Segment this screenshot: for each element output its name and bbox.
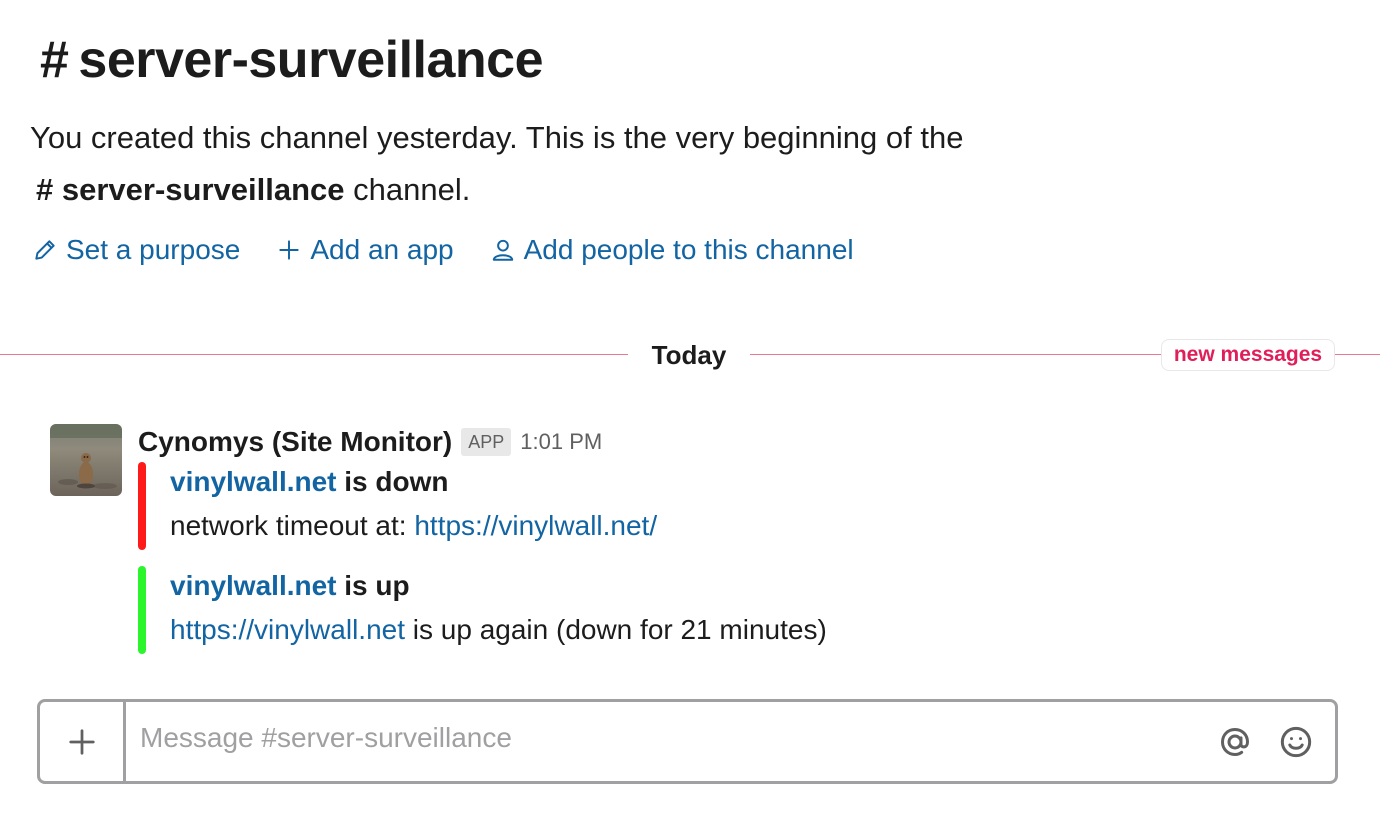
- plus-icon: [68, 728, 95, 755]
- new-messages-badge: new messages: [1161, 339, 1335, 371]
- person-icon: [492, 239, 513, 261]
- attachment-color-bar: [138, 566, 146, 654]
- message-timestamp[interactable]: 1:01 PM: [520, 422, 602, 462]
- add-people-label: Add people to this channel: [523, 234, 854, 265]
- attachment-color-bar: [138, 462, 146, 550]
- date-divider-label[interactable]: Today: [628, 336, 750, 374]
- prairie-dog-avatar-image: [50, 424, 122, 496]
- message-header: Cynomys (Site Monitor) APP 1:01 PM: [138, 422, 602, 462]
- body-prefix: network timeout at:: [170, 510, 415, 541]
- attachment-body: https://vinylwall.net is up again (down …: [170, 610, 827, 650]
- at-sign-icon: [1220, 727, 1250, 757]
- intro-hash: #: [36, 172, 54, 207]
- channel-name: server-surveillance: [78, 31, 544, 89]
- attachment-title: vinylwall.net is up: [170, 566, 410, 606]
- set-purpose-button[interactable]: Set a purpose: [32, 230, 240, 270]
- url-link[interactable]: https://vinylwall.net/: [414, 510, 657, 541]
- attach-button[interactable]: [40, 702, 126, 781]
- intro-suffix: channel.: [344, 172, 471, 207]
- status-text: is down: [336, 466, 449, 497]
- url-link[interactable]: https://vinylwall.net: [170, 614, 405, 645]
- set-purpose-label: Set a purpose: [66, 234, 241, 265]
- attachment-title: vinylwall.net is down: [170, 462, 449, 502]
- add-app-button[interactable]: Add an app: [276, 230, 454, 270]
- sender-name[interactable]: Cynomys (Site Monitor): [138, 422, 452, 462]
- plus-icon: [279, 240, 299, 260]
- intro-text: You created this channel yesterday. This…: [30, 120, 964, 155]
- attachment-body: network timeout at: https://vinylwall.ne…: [170, 506, 657, 546]
- status-text: is up: [336, 570, 410, 601]
- avatar[interactable]: [50, 424, 122, 496]
- message-input[interactable]: [140, 722, 1200, 754]
- add-app-label: Add an app: [310, 234, 454, 265]
- site-link[interactable]: vinylwall.net: [170, 466, 337, 497]
- intro-channel-link[interactable]: server-surveillance: [62, 172, 345, 207]
- channel-hash: #: [40, 31, 69, 89]
- pencil-icon: [35, 240, 55, 260]
- smiley-icon: [1280, 726, 1312, 758]
- channel-actions: Set a purpose Add an app Add people to t…: [32, 230, 854, 270]
- message-composer: [37, 699, 1338, 784]
- add-people-button[interactable]: Add people to this channel: [490, 230, 854, 270]
- site-link[interactable]: vinylwall.net: [170, 570, 337, 601]
- channel-title: # server-surveillance: [40, 28, 544, 92]
- body-suffix: is up again (down for 21 minutes): [405, 614, 827, 645]
- emoji-button[interactable]: [1276, 722, 1316, 762]
- channel-intro: You created this channel yesterday. This…: [30, 112, 1130, 216]
- app-badge: APP: [461, 428, 512, 456]
- mention-button[interactable]: [1215, 722, 1255, 762]
